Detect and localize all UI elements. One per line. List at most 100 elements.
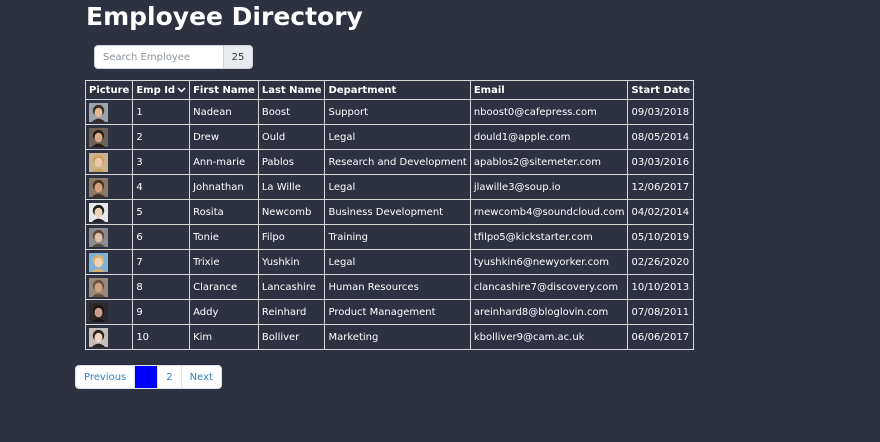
avatar: [89, 227, 108, 247]
start-date-cell: 05/10/2019: [627, 224, 695, 250]
column-header-department[interactable]: Department: [324, 80, 471, 100]
first-name-cell: Drew: [189, 124, 259, 150]
email-cell: nboost0@cafepress.com: [469, 99, 629, 125]
emp-id-cell: 4: [132, 174, 191, 200]
column-header-label: Emp Id: [136, 84, 176, 96]
avatar: [89, 152, 108, 172]
column-header-picture: Picture: [84, 80, 134, 100]
start-date-cell: 04/02/2014: [627, 199, 695, 225]
email-cell: kbolliver9@cam.ac.uk: [469, 324, 629, 350]
column-header-start-date[interactable]: Start Date: [627, 80, 695, 100]
start-date-cell: 10/10/2013: [627, 274, 695, 300]
department-cell: Legal: [324, 124, 471, 150]
last-name-cell: Boost: [257, 99, 326, 125]
employee-table: Picture Emp Id First Name Last Name Depa…: [84, 80, 695, 350]
department-cell: Training: [324, 224, 471, 250]
email-cell: tfilpo5@kickstarter.com: [469, 224, 629, 250]
pagination: Previous 2 Next: [75, 365, 222, 389]
emp-id-cell: 1: [132, 99, 191, 125]
page-size-badge[interactable]: 25: [224, 45, 253, 69]
emp-id-cell: 10: [132, 324, 191, 350]
start-date-cell: 07/08/2011: [627, 299, 695, 325]
first-name-cell: Ann-marie: [189, 149, 259, 175]
email-cell: jlawille3@soup.io: [469, 174, 629, 200]
table-row[interactable]: 6 Tonie Filpo Training tfilpo5@kickstarter.c…: [84, 224, 695, 250]
picture-cell: [84, 199, 134, 225]
department-cell: Product Management: [324, 299, 471, 325]
chevron-down-icon[interactable]: [177, 86, 186, 93]
start-date-cell: 08/05/2014: [627, 124, 695, 150]
previous-page-button[interactable]: Previous: [76, 366, 136, 388]
picture-cell: [84, 99, 134, 125]
column-header-emp-id[interactable]: Emp Id: [132, 80, 191, 100]
department-cell: Support: [324, 99, 471, 125]
picture-cell: [84, 249, 134, 275]
last-name-cell: Reinhard: [257, 299, 326, 325]
last-name-cell: Yushkin: [257, 249, 326, 275]
table-row[interactable]: 10 Kim Bolliver Marketing kbolliver9@cam.ac.…: [84, 324, 695, 350]
last-name-cell: Pablos: [257, 149, 326, 175]
picture-cell: [84, 324, 134, 350]
last-name-cell: Lancashire: [257, 274, 326, 300]
search-bar: 25: [94, 45, 253, 69]
department-cell: Legal: [324, 249, 471, 275]
last-name-cell: Ould: [257, 124, 326, 150]
table-row[interactable]: 9 Addy Reinhard Product Management areinhard…: [84, 299, 695, 325]
table-row[interactable]: 4 Johnathan La Wille Legal jlawille3@soup.io…: [84, 174, 695, 200]
table-body: 1 Nadean Boost Support nboost0@cafepress.com…: [84, 99, 695, 350]
email-cell: apablos2@sitemeter.com: [469, 149, 629, 175]
avatar: [89, 327, 108, 347]
column-header-first-name[interactable]: First Name: [189, 80, 259, 100]
first-name-cell: Kim: [189, 324, 259, 350]
table-row[interactable]: 3 Ann-marie Pablos Research and Development…: [84, 149, 695, 175]
first-name-cell: Trixie: [189, 249, 259, 275]
table-row[interactable]: 2 Drew Ould Legal dould1@apple.com 08/05/2014: [84, 124, 695, 150]
email-cell: rnewcomb4@soundcloud.com: [469, 199, 629, 225]
emp-id-cell: 7: [132, 249, 191, 275]
current-page-button[interactable]: [135, 366, 159, 388]
column-header-email[interactable]: Email: [469, 80, 629, 100]
page-title: Employee Directory: [86, 2, 363, 31]
first-name-cell: Johnathan: [189, 174, 259, 200]
email-cell: tyushkin6@newyorker.com: [469, 249, 629, 275]
table-row[interactable]: 8 Clarance Lancashire Human Resources clanca…: [84, 274, 695, 300]
start-date-cell: 12/06/2017: [627, 174, 695, 200]
picture-cell: [84, 299, 134, 325]
department-cell: Marketing: [324, 324, 471, 350]
header-row: Picture Emp Id First Name Last Name Depa…: [84, 80, 695, 100]
emp-id-cell: 3: [132, 149, 191, 175]
picture-cell: [84, 149, 134, 175]
table-row[interactable]: 7 Trixie Yushkin Legal tyushkin6@newyorker.c…: [84, 249, 695, 275]
first-name-cell: Nadean: [189, 99, 259, 125]
last-name-cell: Bolliver: [257, 324, 326, 350]
column-header-last-name[interactable]: Last Name: [257, 80, 326, 100]
table-row[interactable]: 1 Nadean Boost Support nboost0@cafepress.com…: [84, 99, 695, 125]
picture-cell: [84, 274, 134, 300]
avatar: [89, 102, 108, 122]
picture-cell: [84, 174, 134, 200]
avatar: [89, 252, 108, 272]
first-name-cell: Rosita: [189, 199, 259, 225]
table-row[interactable]: 5 Rosita Newcomb Business Development rnewco…: [84, 199, 695, 225]
avatar: [89, 177, 108, 197]
first-name-cell: Clarance: [189, 274, 259, 300]
page-2-button[interactable]: 2: [158, 366, 182, 388]
department-cell: Legal: [324, 174, 471, 200]
emp-id-cell: 2: [132, 124, 191, 150]
last-name-cell: Newcomb: [257, 199, 326, 225]
emp-id-cell: 6: [132, 224, 191, 250]
start-date-cell: 02/26/2020: [627, 249, 695, 275]
picture-cell: [84, 224, 134, 250]
avatar: [89, 302, 108, 322]
table-header: Picture Emp Id First Name Last Name Depa…: [84, 80, 695, 100]
search-input[interactable]: [94, 45, 224, 69]
last-name-cell: Filpo: [257, 224, 326, 250]
department-cell: Business Development: [324, 199, 471, 225]
email-cell: areinhard8@bloglovin.com: [469, 299, 629, 325]
emp-id-cell: 9: [132, 299, 191, 325]
start-date-cell: 06/06/2017: [627, 324, 695, 350]
next-page-button[interactable]: Next: [182, 366, 221, 388]
email-cell: clancashire7@discovery.com: [469, 274, 629, 300]
start-date-cell: 03/03/2016: [627, 149, 695, 175]
emp-id-cell: 5: [132, 199, 191, 225]
